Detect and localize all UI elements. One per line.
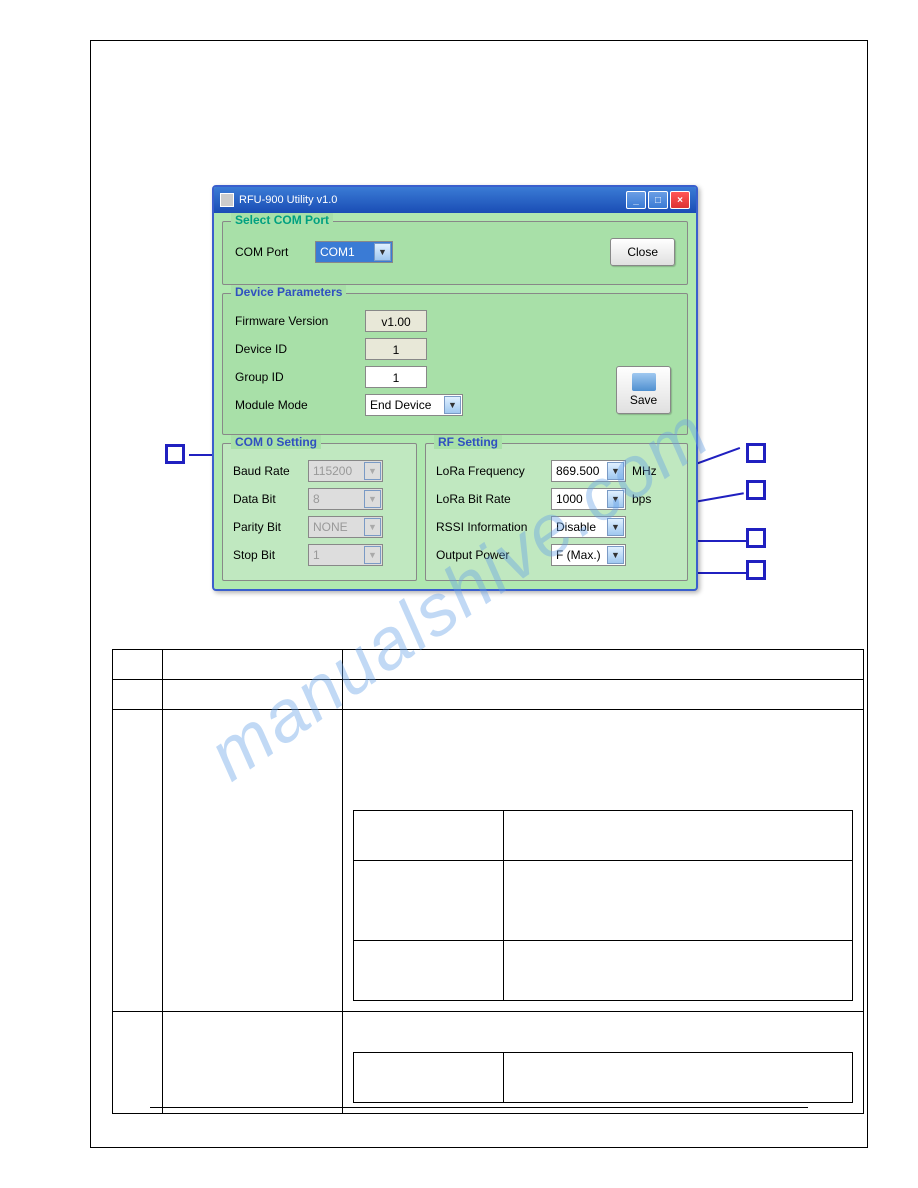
com0-title: COM 0 Setting	[231, 435, 321, 449]
callout-box-8	[746, 528, 766, 548]
close-button[interactable]: Close	[610, 238, 675, 266]
rssi-value: Disable	[556, 520, 596, 534]
firmware-label: Firmware Version	[235, 314, 365, 328]
chevron-down-icon: ▼	[364, 546, 381, 564]
firmware-field: v1.00	[365, 310, 427, 332]
parity-select: NONE ▼	[308, 516, 383, 538]
save-button[interactable]: Save	[616, 366, 671, 414]
callout-box-5	[165, 444, 185, 464]
stop-bit-value: 1	[313, 548, 320, 562]
module-mode-value: End Device	[370, 398, 431, 412]
stop-bit-select: 1 ▼	[308, 544, 383, 566]
com-port-value: COM1	[320, 245, 355, 259]
freq-select[interactable]: 869.500 ▼	[551, 460, 626, 482]
rf-title: RF Setting	[434, 435, 502, 449]
com0-panel: COM 0 Setting Baud Rate 115200 ▼ Data Bi…	[222, 443, 417, 581]
close-window-button[interactable]: ×	[670, 191, 690, 209]
com-port-label: COM Port	[235, 245, 315, 259]
module-mode-select[interactable]: End Device ▼	[365, 394, 463, 416]
baud-label: Baud Rate	[233, 464, 308, 478]
freq-label: LoRa Frequency	[436, 464, 551, 478]
maximize-button[interactable]: □	[648, 191, 668, 209]
device-params-title: Device Parameters	[231, 285, 346, 299]
stop-bit-label: Stop Bit	[233, 548, 308, 562]
minimize-button[interactable]: _	[626, 191, 646, 209]
chevron-down-icon: ▼	[374, 243, 391, 261]
save-icon	[632, 373, 656, 391]
app-icon	[220, 193, 234, 207]
chevron-down-icon: ▼	[607, 462, 624, 480]
chevron-down-icon: ▼	[364, 490, 381, 508]
com-port-panel: Select COM Port COM Port COM1 ▼ Close	[222, 221, 688, 285]
save-label: Save	[630, 393, 657, 407]
rssi-select[interactable]: Disable ▼	[551, 516, 626, 538]
chevron-down-icon: ▼	[607, 518, 624, 536]
com-port-select[interactable]: COM1 ▼	[315, 241, 393, 263]
bitrate-label: LoRa Bit Rate	[436, 492, 551, 506]
com-port-panel-title: Select COM Port	[231, 213, 333, 227]
chevron-down-icon: ▼	[364, 518, 381, 536]
doc-table	[112, 649, 864, 1114]
parity-value: NONE	[313, 520, 348, 534]
footer-line	[150, 1107, 808, 1108]
device-id-field: 1	[365, 338, 427, 360]
module-mode-label: Module Mode	[235, 398, 365, 412]
titlebar: RFU-900 Utility v1.0 _ □ ×	[214, 187, 696, 213]
bitrate-unit: bps	[632, 492, 651, 506]
bitrate-value: 1000	[556, 492, 583, 506]
chevron-down-icon: ▼	[607, 546, 624, 564]
group-id-field[interactable]: 1	[365, 366, 427, 388]
callout-box-6	[746, 443, 766, 463]
bitrate-select[interactable]: 1000 ▼	[551, 488, 626, 510]
callout-box-7	[746, 480, 766, 500]
data-bit-value: 8	[313, 492, 320, 506]
callout-box-9	[746, 560, 766, 580]
rf-panel: RF Setting LoRa Frequency 869.500 ▼ MHz …	[425, 443, 688, 581]
freq-unit: MHz	[632, 464, 657, 478]
rssi-label: RSSI Information	[436, 520, 551, 534]
power-select[interactable]: F (Max.) ▼	[551, 544, 626, 566]
baud-value: 115200	[313, 464, 352, 478]
chevron-down-icon: ▼	[444, 396, 461, 414]
app-window: RFU-900 Utility v1.0 _ □ × Select COM Po…	[212, 185, 698, 591]
data-bit-label: Data Bit	[233, 492, 308, 506]
window-controls: _ □ ×	[626, 191, 690, 209]
inner-table-1	[353, 810, 853, 1001]
parity-label: Parity Bit	[233, 520, 308, 534]
group-id-label: Group ID	[235, 370, 365, 384]
device-params-panel: Device Parameters Firmware Version v1.00…	[222, 293, 688, 435]
chevron-down-icon: ▼	[364, 462, 381, 480]
doc-table-container	[112, 649, 864, 1114]
power-value: F (Max.)	[556, 548, 601, 562]
baud-select: 115200 ▼	[308, 460, 383, 482]
inner-table-2	[353, 1052, 853, 1103]
chevron-down-icon: ▼	[607, 490, 624, 508]
device-id-label: Device ID	[235, 342, 365, 356]
power-label: Output Power	[436, 548, 551, 562]
freq-value: 869.500	[556, 464, 599, 478]
data-bit-select: 8 ▼	[308, 488, 383, 510]
window-title: RFU-900 Utility v1.0	[239, 194, 337, 206]
